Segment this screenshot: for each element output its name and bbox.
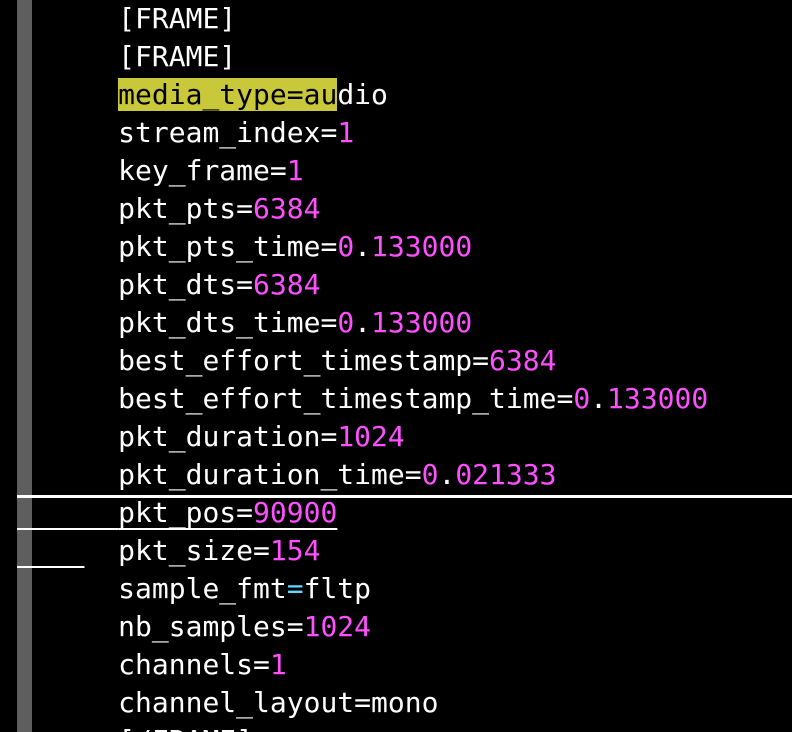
- pkt-pos-line-cursor[interactable]: pkt_pos=90900: [17, 456, 792, 529]
- stream-index-line: stream_index=1: [17, 76, 792, 149]
- channel-layout-line: channel_layout=mono: [17, 646, 792, 719]
- frame-close-tag: [/FRAME]: [118, 724, 253, 732]
- pkt-dts-line: pkt_dts=6384: [17, 228, 792, 301]
- channels-line: channels=1: [17, 608, 792, 681]
- nb-samples-line: nb_samples=1024: [17, 570, 792, 643]
- pkt-size-line: pkt_size=154: [17, 494, 792, 567]
- editor-buffer[interactable]: [FRAME] [FRAME] media_type=audio stream_…: [17, 0, 792, 732]
- best-effort-timestamp-time-line: best_effort_timestamp_time=0.133000: [17, 342, 792, 415]
- pkt-pts-time-line: pkt_pts_time=0.133000: [17, 190, 792, 263]
- pkt-dts-time-line: pkt_dts_time=0.133000: [17, 266, 792, 339]
- pkt-duration-line: pkt_duration=1024: [17, 380, 792, 453]
- cursorline-divider: [17, 495, 792, 498]
- terminal-window[interactable]: [FRAME] [FRAME] media_type=audio stream_…: [0, 0, 792, 732]
- frame-close-line: [/FRAME]: [17, 684, 792, 732]
- pkt-pts-line: pkt_pts=6384: [17, 152, 792, 225]
- key-frame-line: key_frame=1: [17, 114, 792, 187]
- media-type-line: media_type=audio: [17, 38, 792, 111]
- best-effort-timestamp-line: best_effort_timestamp=6384: [17, 304, 792, 377]
- pkt-duration-time-line: pkt_duration_time=0.021333: [17, 418, 792, 491]
- frame-open-line: [FRAME]: [17, 0, 792, 73]
- sample-fmt-line: sample_fmt=fltp: [17, 532, 792, 605]
